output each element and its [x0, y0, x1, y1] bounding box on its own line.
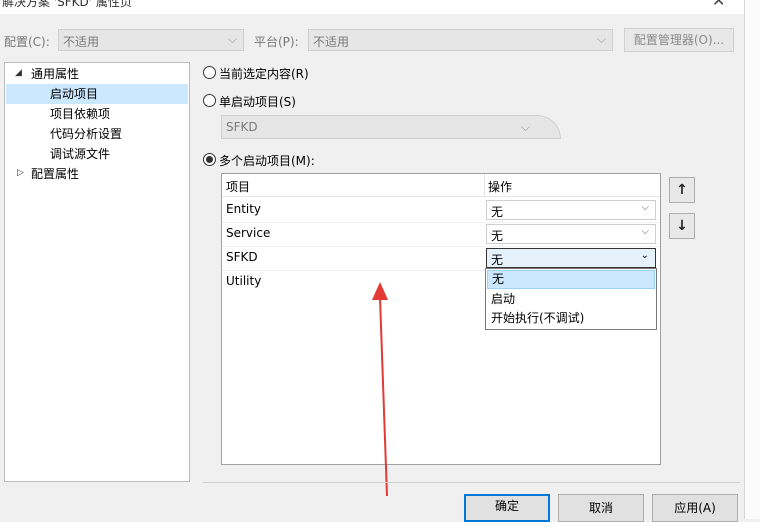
platform-label: 平台(P): [254, 35, 299, 49]
col-action: 操作 [488, 180, 513, 194]
tree-node-config[interactable]: 配置属性 [31, 164, 79, 184]
row-project: Service [226, 226, 271, 240]
expanded-icon[interactable]: ◢ [15, 68, 22, 78]
col-project: 项目 [226, 180, 251, 194]
platform-select[interactable]: 不适用 ⌵ [308, 29, 613, 51]
arrow-down-icon: ↓ [676, 218, 688, 234]
action-select[interactable]: 无 ⌵ [486, 200, 656, 220]
action-select-open[interactable]: 无 ⌄ [486, 248, 656, 268]
action-dropdown-list: 无 启动 开始执行(不调试) [485, 268, 657, 330]
dropdown-option[interactable]: 开始执行(不调试) [487, 309, 655, 328]
radio-current-selection[interactable] [203, 66, 216, 79]
config-manager-button[interactable]: 配置管理器(O)... [624, 28, 734, 52]
arrow-up-icon: ↑ [676, 182, 688, 198]
tree-node-common[interactable]: 通用属性 [31, 64, 79, 84]
row-project: SFKD [226, 250, 258, 264]
apply-button[interactable]: 应用(A) [652, 494, 738, 522]
tree-node-code-analysis[interactable]: 代码分析设置 [50, 124, 122, 144]
config-label: 配置(C): [4, 35, 50, 49]
table-row[interactable]: Entity 无 ⌵ [222, 198, 660, 223]
ok-button[interactable]: 确定 [464, 494, 550, 522]
platform-value: 不适用 [313, 35, 350, 49]
chevron-down-icon: ⌵ [641, 202, 649, 213]
collapsed-icon[interactable]: ▷ [17, 168, 24, 178]
dropdown-option[interactable]: 启动 [487, 290, 655, 309]
row-project: Utility [226, 274, 262, 288]
action-value: 无 [491, 205, 504, 219]
property-tree: ◢ 通用属性 启动项目 项目依赖项 代码分析设置 调试源文件 ▷ 配置属性 [4, 62, 190, 482]
radio-single-startup[interactable] [203, 94, 216, 107]
chevron-down-icon: ⌄ [640, 250, 649, 261]
close-icon[interactable]: ✕ [712, 0, 725, 10]
window-title: 解决方案 'SFKD' 属性页 [2, 0, 132, 9]
table-row[interactable]: Service 无 ⌵ [222, 222, 660, 247]
action-value: 无 [491, 253, 504, 267]
separator [203, 482, 740, 483]
radio-current-label: 当前选定内容(R) [219, 67, 309, 81]
chevron-down-icon: ⌵ [227, 32, 237, 46]
column-divider [484, 174, 485, 196]
radio-single-label: 单启动项目(S) [219, 95, 296, 109]
single-project-select[interactable]: SFKD ⌵ [221, 115, 561, 139]
cancel-button[interactable]: 取消 [558, 494, 644, 522]
tree-node-startup[interactable]: 启动项目 [6, 84, 188, 104]
dropdown-option[interactable]: 无 [487, 270, 655, 289]
action-select[interactable]: 无 ⌵ [486, 224, 656, 244]
tree-node-debug-source[interactable]: 调试源文件 [50, 144, 110, 164]
radio-multiple-label: 多个启动项目(M): [219, 154, 315, 168]
tree-node-dependencies[interactable]: 项目依赖项 [50, 104, 110, 124]
config-select[interactable]: 不适用 ⌵ [58, 29, 244, 51]
action-value: 无 [491, 229, 504, 243]
single-project-value: SFKD [226, 120, 258, 134]
config-value: 不适用 [63, 35, 100, 49]
grid-header: 项目 操作 [222, 174, 660, 197]
window-edge [744, 0, 760, 519]
radio-multiple-startup[interactable] [203, 153, 216, 166]
move-up-button[interactable]: ↑ [669, 177, 695, 203]
move-down-button[interactable]: ↓ [669, 213, 695, 239]
row-project: Entity [226, 202, 262, 216]
radio-dot [206, 156, 213, 163]
chevron-down-icon: ⌵ [641, 226, 649, 237]
annotation-arrow-icon [372, 282, 388, 497]
title-bar: 解决方案 'SFKD' 属性页 ✕ [0, 0, 744, 14]
chevron-down-icon: ⌵ [520, 120, 530, 134]
chevron-down-icon: ⌵ [596, 32, 606, 46]
